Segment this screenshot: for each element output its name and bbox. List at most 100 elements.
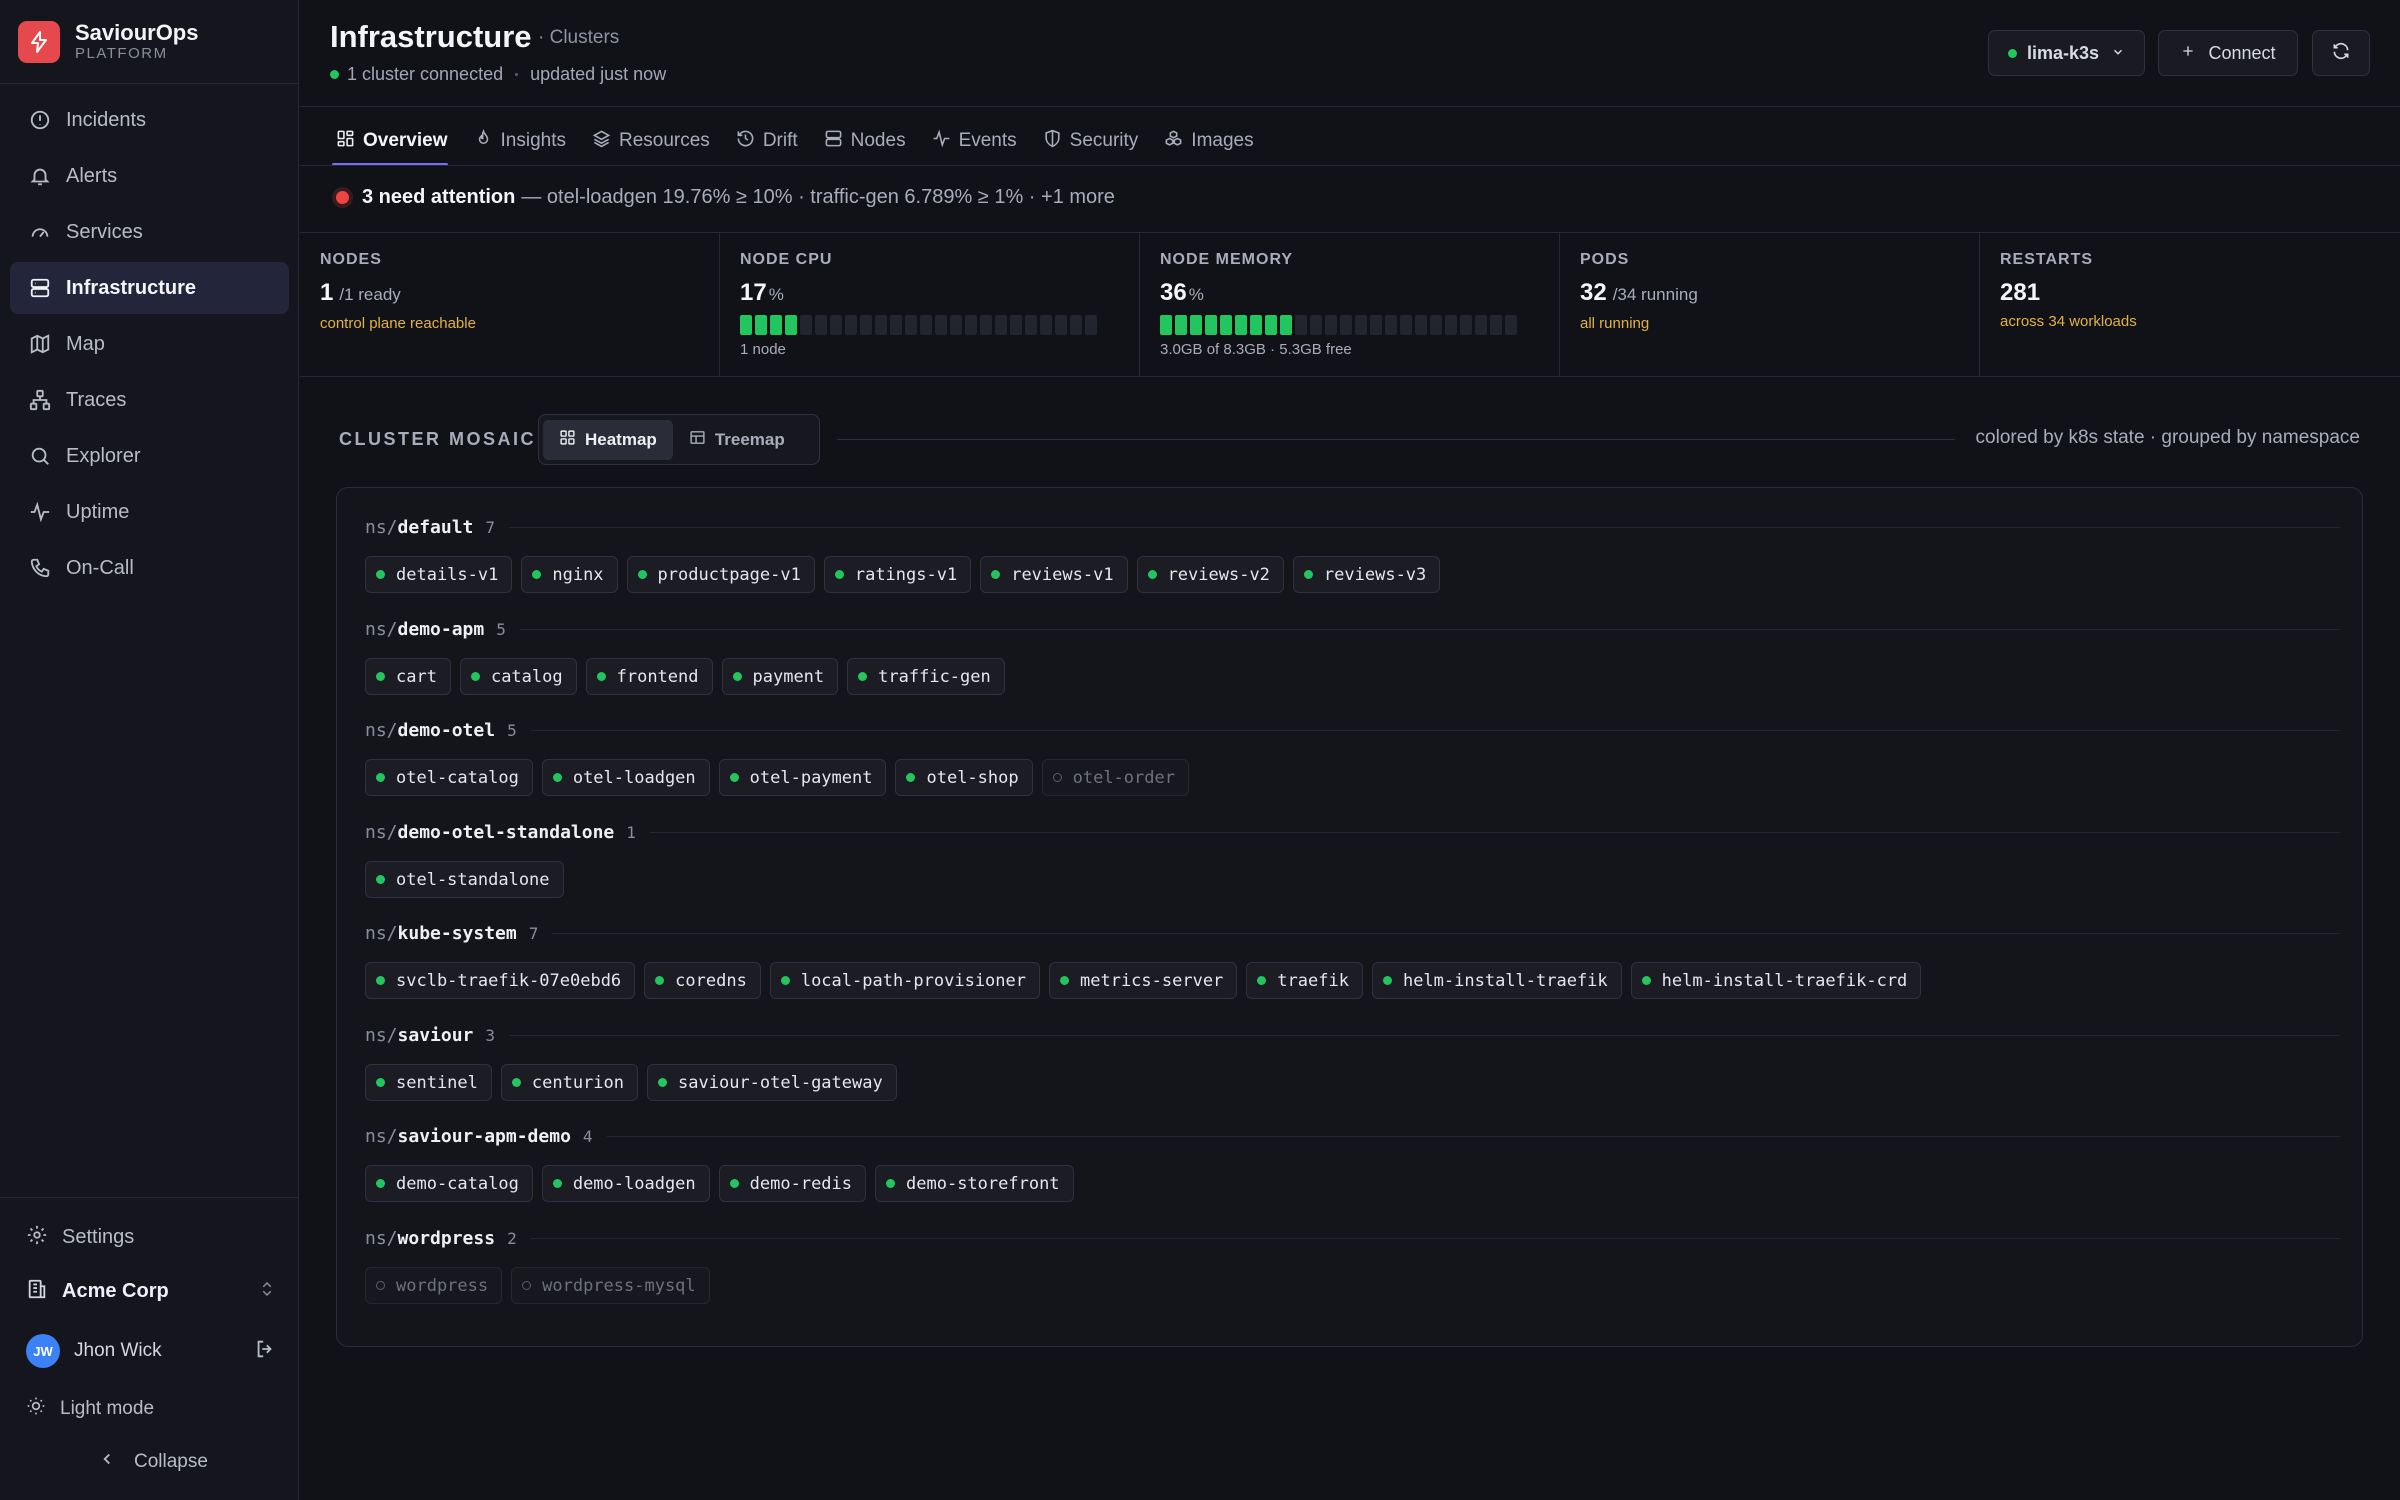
workload-chip[interactable]: wordpress <box>365 1267 503 1304</box>
building-icon <box>26 1278 48 1305</box>
workload-chip[interactable]: reviews-v2 <box>1136 556 1284 593</box>
alert-dot <box>336 191 349 204</box>
workload-chip[interactable]: catalog <box>459 658 577 695</box>
heatmap-toggle[interactable]: Heatmap <box>543 419 673 460</box>
avatar[interactable]: JW <box>26 1334 60 1368</box>
stat-subtext: all running <box>1580 315 1650 332</box>
status-dot-running <box>376 1179 385 1188</box>
usage-segment-empty <box>890 315 902 335</box>
collapse-label: Collapse <box>134 1450 208 1472</box>
sidebar-item-traces[interactable]: Traces <box>10 374 289 426</box>
namespace-header[interactable]: ns/saviour 3 <box>365 1023 2340 1047</box>
brand[interactable]: SaviourOps PLATFORM <box>18 20 198 64</box>
usage-segment-empty <box>1490 315 1502 335</box>
stat-subtext: control plane reachable <box>320 315 476 332</box>
workload-chip[interactable]: demo-loadgen <box>541 1165 710 1202</box>
sidebar-item-services[interactable]: Services <box>10 206 289 258</box>
org-switcher[interactable]: Acme Corp <box>26 1278 276 1305</box>
usage-segment-empty <box>1385 315 1397 335</box>
refresh-button[interactable] <box>2312 30 2370 76</box>
settings-button[interactable]: Settings <box>26 1224 134 1251</box>
sidebar-item-explorer[interactable]: Explorer <box>10 430 289 482</box>
tab-security[interactable]: Security <box>1043 118 1138 164</box>
cluster-context-select[interactable]: lima-k3s <box>1988 30 2145 76</box>
workload-chip[interactable]: demo-redis <box>718 1165 867 1202</box>
tab-events[interactable]: Events <box>932 118 1017 164</box>
namespace-header[interactable]: ns/demo-otel-standalone 1 <box>365 820 2340 844</box>
workload-chip[interactable]: coredns <box>644 962 761 999</box>
workload-chip[interactable]: metrics-server <box>1049 962 1238 999</box>
tab-images[interactable]: Images <box>1164 118 1254 164</box>
gauge-icon <box>27 219 53 245</box>
namespace-header[interactable]: ns/wordpress 2 <box>365 1226 2340 1250</box>
workload-chip[interactable]: otel-payment <box>718 759 887 796</box>
sidebar-item-uptime[interactable]: Uptime <box>10 486 289 538</box>
sidebar-item-on-call[interactable]: On-Call <box>10 542 289 594</box>
usage-segment-empty <box>1460 315 1472 335</box>
tab-resources[interactable]: Resources <box>592 118 710 164</box>
workload-chip[interactable]: demo-catalog <box>365 1165 533 1202</box>
workload-chip[interactable]: demo-storefront <box>875 1165 1074 1202</box>
connect-button[interactable]: Connect <box>2158 30 2298 76</box>
workload-chip[interactable]: otel-shop <box>895 759 1033 796</box>
logout-icon[interactable] <box>254 1338 276 1365</box>
collapse-button[interactable]: Collapse <box>100 1450 208 1473</box>
status-dot-running <box>729 773 739 782</box>
workload-chip[interactable]: frontend <box>585 658 713 695</box>
namespace-header[interactable]: ns/kube-system 7 <box>365 921 2340 945</box>
workload-chip[interactable]: reviews-v1 <box>980 556 1128 593</box>
stat-restarts[interactable]: RESTARTS 281 across 34 workloads <box>1980 233 2400 376</box>
workload-chip[interactable]: saviour-otel-gateway <box>647 1064 897 1101</box>
namespace-header[interactable]: ns/default 7 <box>365 515 2340 539</box>
namespace-header[interactable]: ns/demo-apm 5 <box>365 617 2340 641</box>
sidebar-item-map[interactable]: Map <box>10 318 289 370</box>
workload-chip[interactable]: productpage-v1 <box>626 556 815 593</box>
workload-chip[interactable]: local-path-provisioner <box>769 962 1040 999</box>
namespace-count: 2 <box>507 1228 517 1248</box>
tab-nodes[interactable]: Nodes <box>824 118 906 164</box>
workload-chip[interactable]: reviews-v3 <box>1292 556 1441 593</box>
workload-chip[interactable]: ratings-v1 <box>823 556 972 593</box>
workload-chip[interactable]: details-v1 <box>365 556 513 593</box>
usage-segment-empty <box>1445 315 1457 335</box>
namespace-header[interactable]: ns/saviour-apm-demo 4 <box>365 1124 2340 1148</box>
workload-chip[interactable]: helm-install-traefik <box>1371 962 1622 999</box>
stat-node-cpu[interactable]: NODE CPU 17 % 1 node <box>720 233 1140 376</box>
sidebar-item-infrastructure[interactable]: Infrastructure <box>10 262 289 314</box>
workload-chip[interactable]: centurion <box>500 1064 639 1101</box>
sidebar-item-incidents[interactable]: Incidents <box>10 94 289 146</box>
stat-pods[interactable]: PODS 32 /34 running all running <box>1560 233 1980 376</box>
workload-chip[interactable]: wordpress-mysql <box>511 1267 710 1304</box>
workload-chip[interactable]: otel-loadgen <box>541 759 710 796</box>
tab-label: Resources <box>618 130 710 151</box>
workload-chip[interactable]: nginx <box>521 556 618 593</box>
chevron-down-icon <box>2111 43 2125 64</box>
namespace-header[interactable]: ns/demo-otel 5 <box>365 718 2340 742</box>
tab-overview[interactable]: Overview <box>332 118 448 166</box>
stat-node-memory[interactable]: NODE MEMORY 36 % 3.0GB of 8.3GB · 5.3GB … <box>1140 233 1560 376</box>
tab-label: Nodes <box>850 130 906 151</box>
divider <box>649 831 2340 833</box>
workload-chip[interactable]: helm-install-traefik-crd <box>1630 962 1922 999</box>
treemap-label: Treemap <box>714 429 785 449</box>
light-mode-toggle[interactable]: Light mode <box>26 1396 154 1421</box>
workload-chip[interactable]: svclb-traefik-07e0ebd6 <box>365 962 636 999</box>
sidebar-item-alerts[interactable]: Alerts <box>10 150 289 202</box>
workload-list: cart catalog frontend payment traffic-gen <box>365 658 2340 695</box>
workload-chip[interactable]: otel-standalone <box>365 861 564 898</box>
treemap-toggle[interactable]: Treemap <box>673 420 801 460</box>
workload-chip[interactable]: sentinel <box>365 1064 492 1101</box>
tab-drift[interactable]: Drift <box>736 118 798 164</box>
status-dot-running <box>1641 976 1651 985</box>
workload-chip[interactable]: payment <box>721 658 839 695</box>
workload-chip[interactable]: otel-order <box>1041 759 1189 796</box>
workload-chip[interactable]: cart <box>365 658 451 695</box>
attention-banner[interactable]: 3 need attention — otel-loadgen 19.76% ≥… <box>336 186 1115 209</box>
cpu-usage-bar <box>740 315 1139 335</box>
stat-nodes[interactable]: NODES 1 /1 ready control plane reachable <box>300 233 720 376</box>
tab-insights[interactable]: Insights <box>474 118 566 164</box>
workload-chip[interactable]: traffic-gen <box>847 658 1005 695</box>
workload-chip[interactable]: traefik <box>1246 962 1363 999</box>
workload-chip[interactable]: otel-catalog <box>365 759 533 796</box>
status-dot-running <box>532 570 542 579</box>
